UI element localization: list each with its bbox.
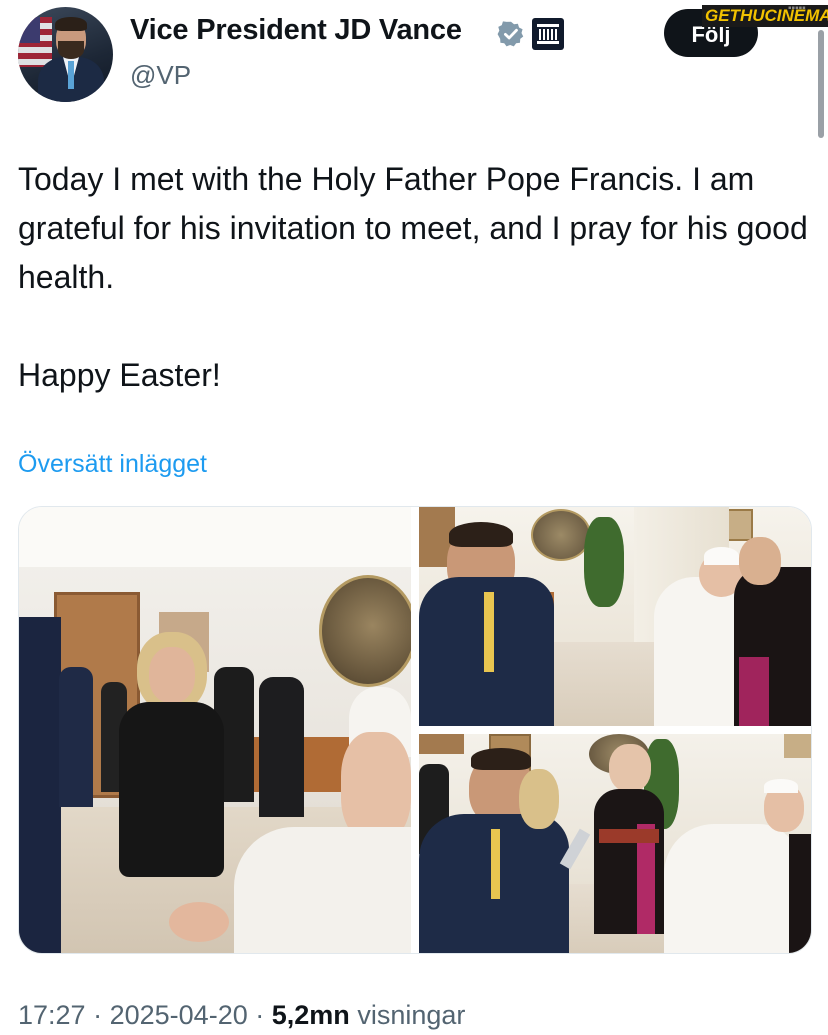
government-building-icon bbox=[532, 18, 564, 50]
media-grid bbox=[18, 506, 812, 954]
avatar-beard bbox=[58, 41, 84, 59]
view-count-label: visningar bbox=[357, 1000, 466, 1030]
profile-name[interactable]: Vice President JD Vance bbox=[130, 14, 462, 47]
profile-handle[interactable]: @VP bbox=[130, 60, 191, 91]
translate-post-link[interactable]: Översätt inlägget bbox=[18, 450, 207, 479]
post-meta: 17:27 · 2025-04-20 · 5,2mn visningar bbox=[18, 1000, 465, 1031]
avatar-tie bbox=[68, 61, 74, 89]
profile-avatar[interactable] bbox=[18, 7, 113, 102]
post-date[interactable]: 2025-04-20 bbox=[110, 1000, 248, 1030]
avatar-hair bbox=[55, 17, 87, 31]
watermark-dots-icon: ▪▪▪▪▪ bbox=[788, 3, 806, 14]
photo-meeting-greeting[interactable] bbox=[19, 507, 411, 953]
post-paragraph: Happy Easter! bbox=[18, 357, 221, 393]
post-paragraph: Today I met with the Holy Father Pope Fr… bbox=[18, 161, 808, 295]
post-text: Today I met with the Holy Father Pope Fr… bbox=[18, 155, 808, 400]
view-count[interactable]: 5,2mn bbox=[272, 1000, 350, 1030]
meta-separator: · bbox=[255, 1000, 265, 1030]
photo-seated-meeting[interactable] bbox=[419, 507, 811, 726]
photo-gift-exchange[interactable] bbox=[419, 734, 811, 953]
scrollbar[interactable] bbox=[818, 30, 824, 138]
post-time[interactable]: 17:27 bbox=[18, 1000, 86, 1030]
meta-separator: · bbox=[93, 1000, 103, 1030]
verified-badge-icon bbox=[497, 21, 524, 47]
avatar-flag-canton bbox=[18, 17, 40, 43]
watermark-logo: GETHUCINEMA bbox=[702, 5, 828, 27]
